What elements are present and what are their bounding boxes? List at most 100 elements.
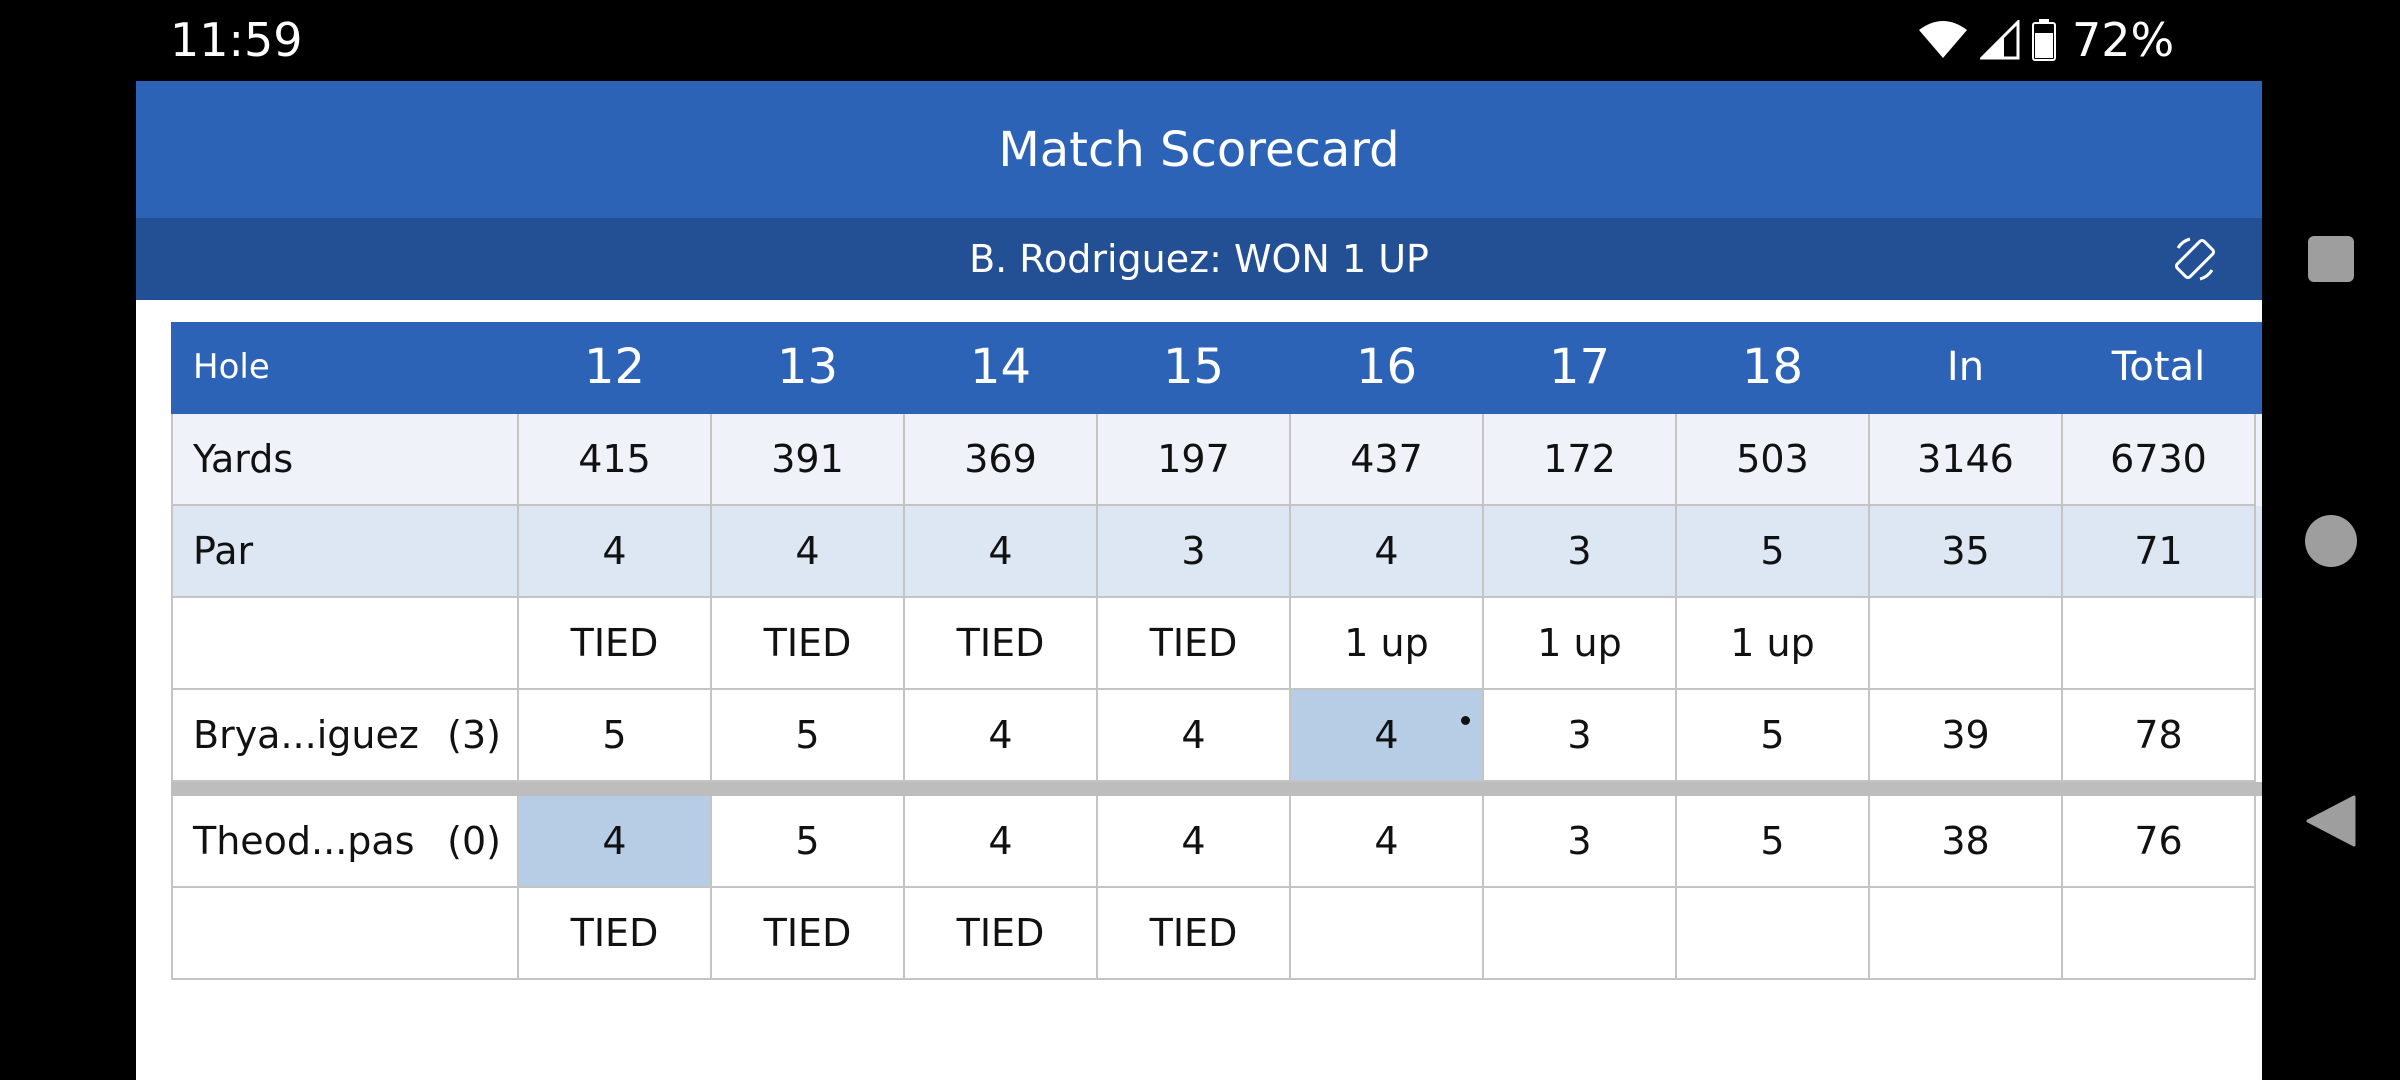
player-score: 4: [1291, 796, 1484, 888]
par-in: 35: [1870, 506, 2063, 598]
player-score: 5: [712, 690, 905, 782]
hole-number: 14: [905, 322, 1098, 414]
page-title: Match Scorecard: [998, 121, 1400, 178]
hole-number: 12: [519, 322, 712, 414]
yards-value: 369: [905, 414, 1098, 506]
match-result-bar: B. Rodriguez: WON 1 UP: [136, 218, 2262, 300]
player-handicap: (3): [447, 713, 501, 757]
player-score: 4: [1098, 796, 1291, 888]
status-icons: 72%: [1918, 12, 2174, 68]
cellular-signal-icon: [1980, 20, 2020, 60]
player-name-cell: Theod...pas (0): [171, 796, 519, 888]
yards-in: 3146: [1870, 414, 2063, 506]
player-in: 39: [1870, 690, 2063, 782]
navigation-bar: [2262, 0, 2400, 1080]
match-status: TIED: [1098, 598, 1291, 690]
player-total: 78: [2063, 690, 2256, 782]
match-status: TIED: [519, 888, 712, 980]
match-status: TIED: [905, 888, 1098, 980]
player-score: 4: [905, 796, 1098, 888]
wifi-icon: [1919, 21, 1967, 58]
hole-number: 17: [1484, 322, 1677, 414]
battery-percentage: 72%: [2072, 13, 2175, 67]
status-label: [171, 888, 519, 980]
yards-value: 503: [1677, 414, 1870, 506]
player-score-winning-hole: 4: [519, 796, 712, 888]
scorecard-table: Hole 12 13 14 15 16 17 18 In Total Yards…: [171, 322, 2262, 980]
team-divider: [171, 782, 2262, 796]
par-value: 4: [905, 506, 1098, 598]
player-row[interactable]: Theod...pas (0) 4 5 4 4 4 3 5 38 76: [171, 796, 2262, 888]
yards-total: 6730: [2063, 414, 2256, 506]
in-header: In: [1870, 322, 2063, 414]
player-total: 76: [2063, 796, 2256, 888]
back-icon[interactable]: [2306, 795, 2356, 847]
match-status-row-bottom: TIED TIED TIED TIED: [171, 888, 2262, 980]
match-status: 1 up: [1484, 598, 1677, 690]
match-scorecard-screen: Match Scorecard B. Rodriguez: WON 1 UP H…: [136, 81, 2262, 1080]
par-row: Par 4 4 4 3 4 3 5 35 71: [171, 506, 2262, 598]
match-status: TIED: [519, 598, 712, 690]
rotate-screen-button[interactable]: [2170, 234, 2220, 284]
player-score: 5: [1677, 690, 1870, 782]
player-score-value: 4: [1374, 713, 1399, 757]
match-status-in: [1870, 888, 2063, 980]
recents-icon[interactable]: [2308, 236, 2354, 282]
player-score: 5: [1677, 796, 1870, 888]
match-status: TIED: [712, 888, 905, 980]
player-score: 3: [1484, 796, 1677, 888]
handicap-stroke-dot: [1461, 716, 1470, 725]
player-handicap: (0): [447, 819, 501, 863]
par-value: 5: [1677, 506, 1870, 598]
player-score: 4: [905, 690, 1098, 782]
yards-value: 415: [519, 414, 712, 506]
match-result: B. Rodriguez: WON 1 UP: [969, 237, 1429, 281]
player-name: Brya...iguez: [193, 713, 419, 757]
match-status-row-top: TIED TIED TIED TIED 1 up 1 up 1 up: [171, 598, 2262, 690]
match-status-total: [2063, 598, 2256, 690]
total-header: Total: [2063, 322, 2256, 414]
match-status-total: [2063, 888, 2256, 980]
player-score-winning-hole: 4: [1291, 690, 1484, 782]
status-bar: 11:59 72%: [0, 0, 2400, 80]
hole-number: 18: [1677, 322, 1870, 414]
status-label: [171, 598, 519, 690]
par-value: 3: [1098, 506, 1291, 598]
yards-value: 437: [1291, 414, 1484, 506]
match-status: 1 up: [1677, 598, 1870, 690]
match-status: 1 up: [1291, 598, 1484, 690]
par-total: 71: [2063, 506, 2256, 598]
player-score: 5: [712, 796, 905, 888]
yards-value: 197: [1098, 414, 1291, 506]
yards-label: Yards: [171, 414, 519, 506]
player-name-cell: Brya...iguez (3): [171, 690, 519, 782]
home-icon[interactable]: [2305, 515, 2357, 567]
player-score: 4: [1098, 690, 1291, 782]
match-status-in: [1870, 598, 2063, 690]
hole-number: 13: [712, 322, 905, 414]
hole-number: 16: [1291, 322, 1484, 414]
player-in: 38: [1870, 796, 2063, 888]
screen-rotation-icon: [2174, 237, 2216, 281]
match-status: [1484, 888, 1677, 980]
title-bar: Match Scorecard: [136, 81, 2262, 218]
hole-label: Hole: [171, 322, 519, 414]
hole-header-row: Hole 12 13 14 15 16 17 18 In Total: [171, 322, 2262, 414]
player-score: 3: [1484, 690, 1677, 782]
par-value: 4: [1291, 506, 1484, 598]
player-name: Theod...pas: [193, 819, 415, 863]
hole-number: 15: [1098, 322, 1291, 414]
match-status: [1291, 888, 1484, 980]
status-time: 11:59: [170, 13, 303, 67]
battery-icon: [2032, 19, 2056, 61]
yards-value: 172: [1484, 414, 1677, 506]
match-status: TIED: [1098, 888, 1291, 980]
yards-row: Yards 415 391 369 197 437 172 503 3146 6…: [171, 414, 2262, 506]
match-status: TIED: [905, 598, 1098, 690]
par-value: 4: [712, 506, 905, 598]
par-label: Par: [171, 506, 519, 598]
yards-value: 391: [712, 414, 905, 506]
par-value: 4: [519, 506, 712, 598]
player-row[interactable]: Brya...iguez (3) 5 5 4 4 4 3 5 39 78: [171, 690, 2262, 782]
match-status: TIED: [712, 598, 905, 690]
